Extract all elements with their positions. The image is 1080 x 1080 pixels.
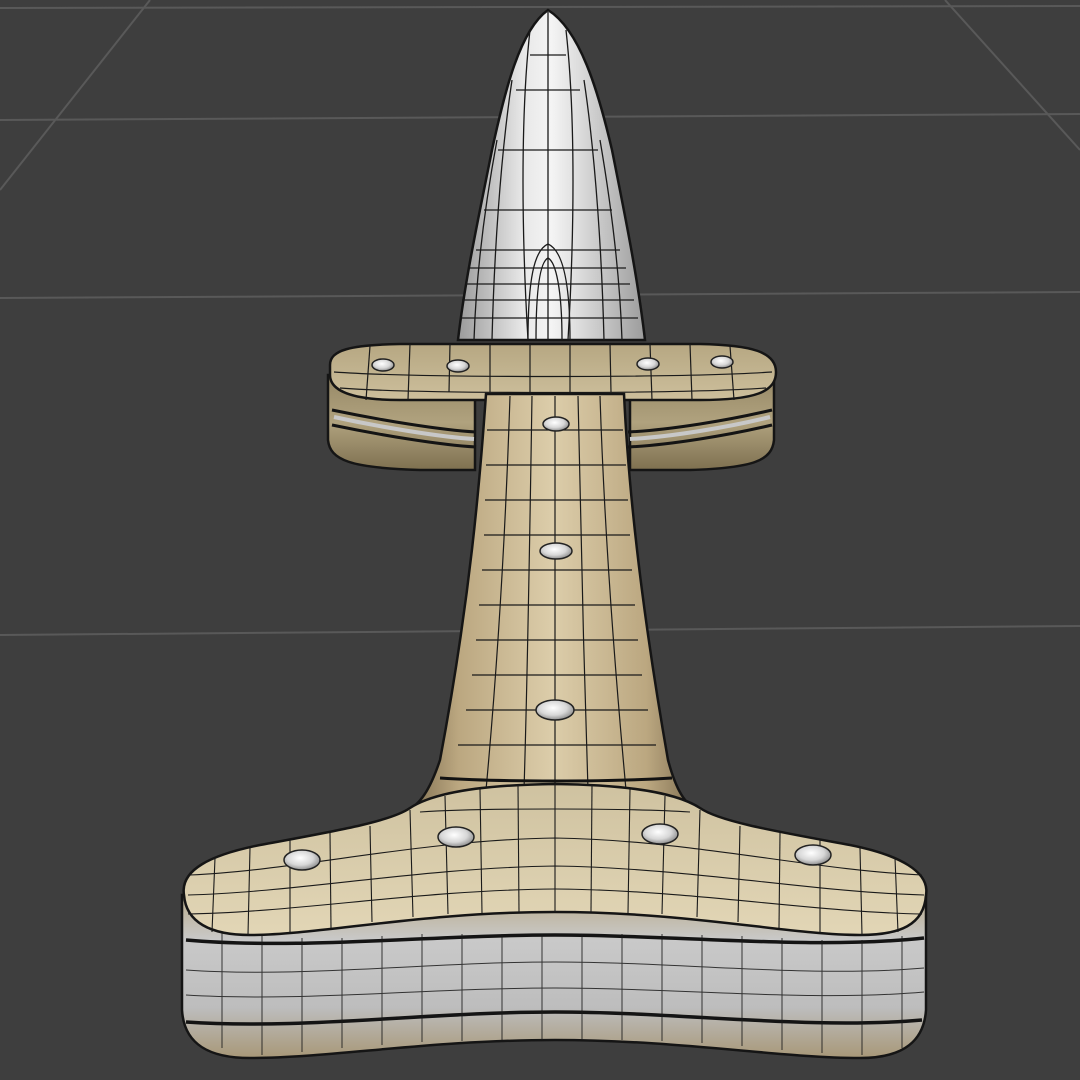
3d-viewport[interactable] (0, 0, 1080, 1080)
dagger-blade[interactable] (456, 8, 647, 342)
viewport-canvas[interactable] (0, 0, 1080, 1080)
dagger-pommel[interactable] (180, 782, 928, 1060)
